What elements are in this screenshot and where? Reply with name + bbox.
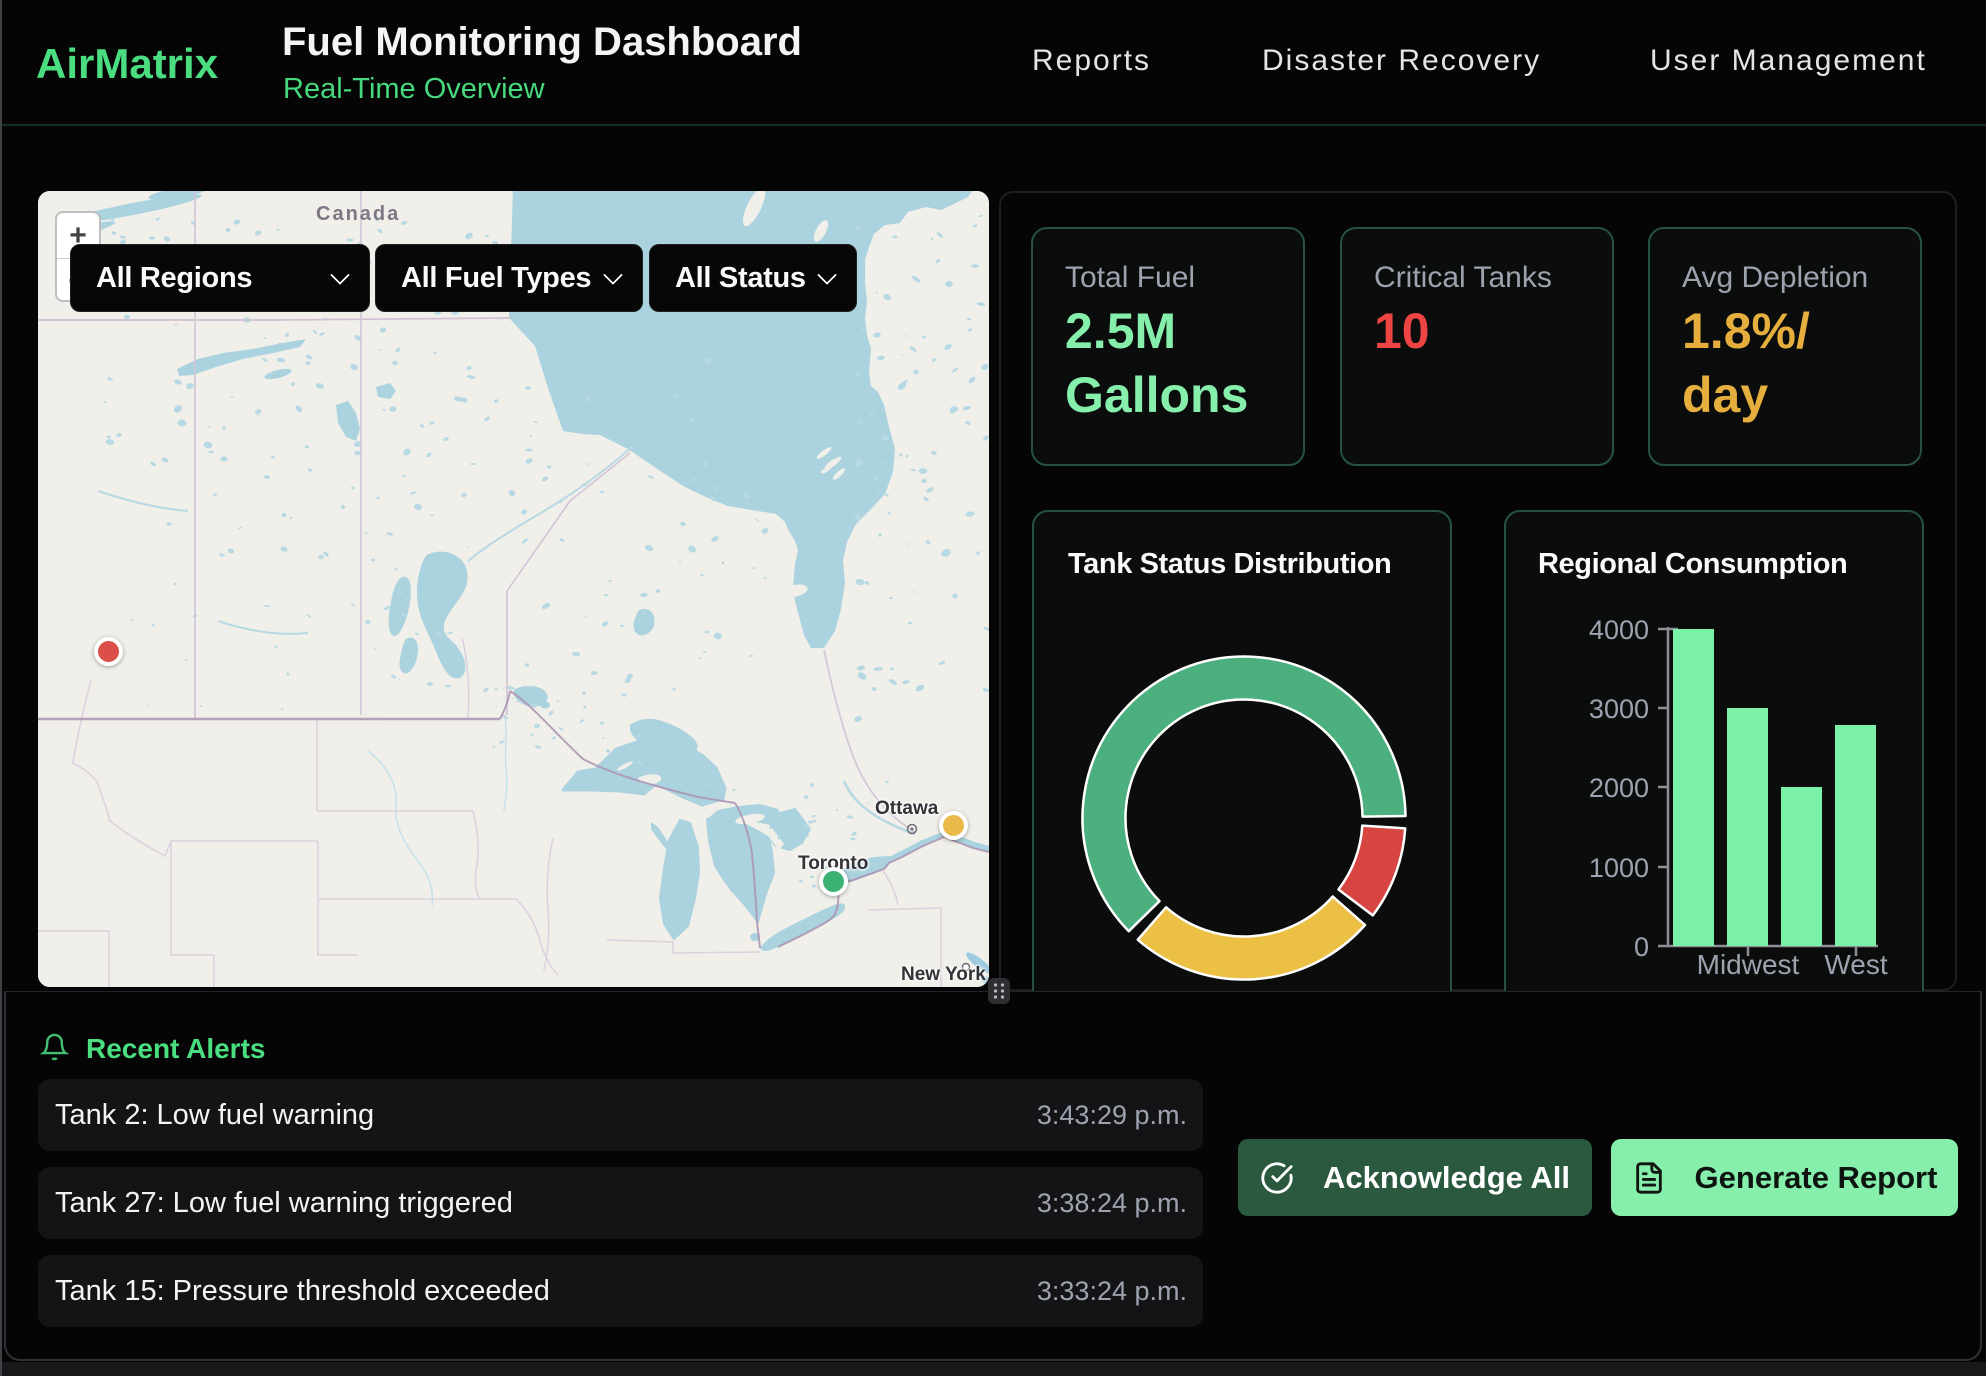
svg-text:0: 0 bbox=[1634, 932, 1649, 962]
svg-text:2000: 2000 bbox=[1589, 773, 1649, 803]
svg-text:1000: 1000 bbox=[1589, 853, 1649, 883]
svg-text:4000: 4000 bbox=[1589, 615, 1649, 645]
svg-text:3000: 3000 bbox=[1589, 694, 1649, 724]
svg-text:Midwest: Midwest bbox=[1697, 949, 1800, 980]
svg-text:West: West bbox=[1824, 949, 1887, 980]
